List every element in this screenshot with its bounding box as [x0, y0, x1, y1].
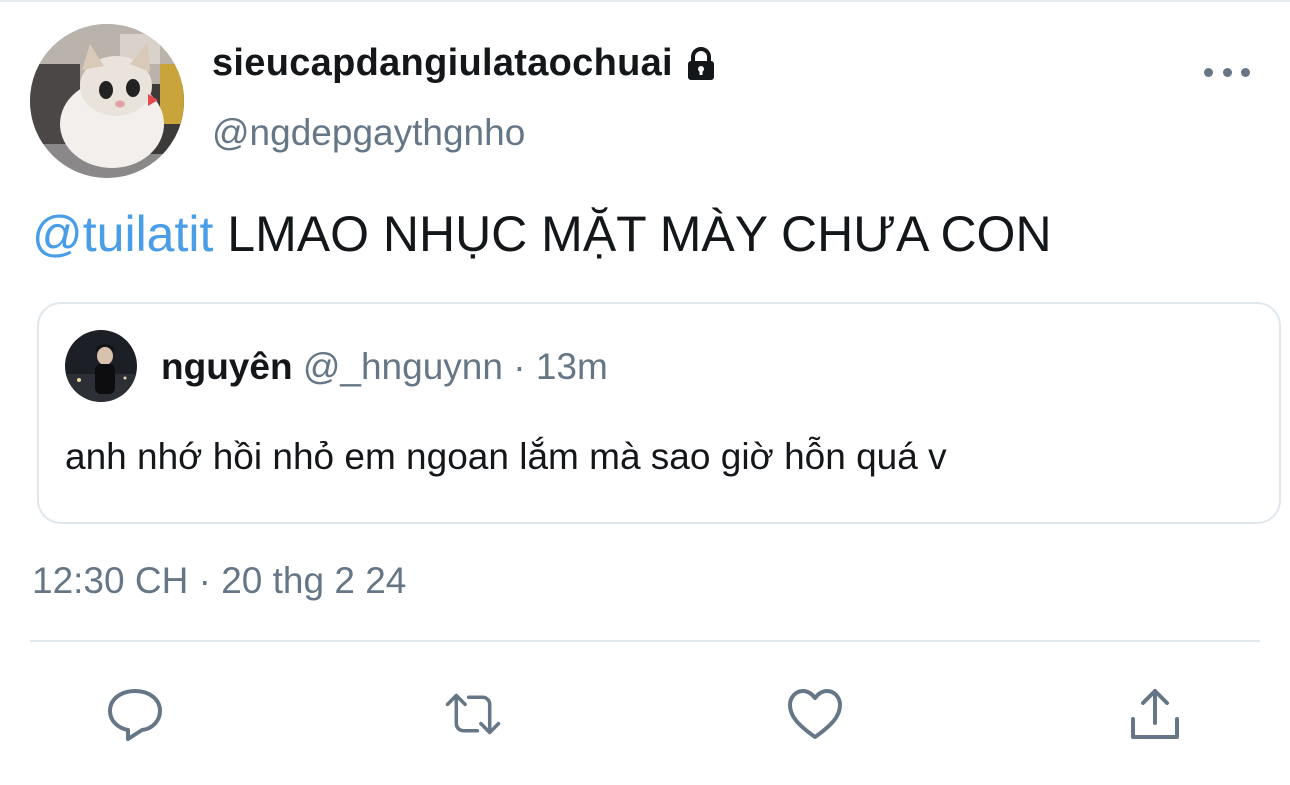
- tweet-detail-page: sieucapdangiulataochuai @ngdepgaythgnho …: [0, 0, 1290, 785]
- lock-icon: [683, 46, 719, 82]
- quoted-tweet-text: anh nhớ hồi nhỏ em ngoan lắm mà sao giờ …: [65, 436, 947, 477]
- heart-icon[interactable]: [786, 685, 844, 743]
- quoted-handle-time: @_hnguynn · 13m: [292, 346, 608, 387]
- more-options-icon[interactable]: [1204, 58, 1250, 86]
- more-dot: [1241, 67, 1250, 77]
- author-name-text[interactable]: sieucapdangiulataochuai: [212, 42, 673, 85]
- tweet-text: LMAO NHỤC MẶT MÀY CHƯA CON: [213, 206, 1052, 262]
- actions-divider: [30, 640, 1260, 642]
- tweet-timestamp[interactable]: 12:30 CH · 20 thg 2 24: [32, 560, 406, 602]
- quoted-author-avatar[interactable]: [65, 330, 137, 402]
- author-handle[interactable]: @ngdepgaythgnho: [212, 112, 525, 154]
- more-dot: [1204, 67, 1213, 77]
- tweet-body: @tuilatit LMAO NHỤC MẶT MÀY CHƯA CON: [32, 205, 1052, 263]
- quoted-tweet-header: nguyên @_hnguynn · 13m: [161, 346, 608, 388]
- quoted-author-name[interactable]: nguyên: [161, 346, 293, 387]
- share-icon[interactable]: [1126, 685, 1184, 743]
- author-avatar[interactable]: [30, 24, 184, 178]
- reply-icon[interactable]: [106, 685, 164, 743]
- mention-link[interactable]: @tuilatit: [32, 206, 213, 262]
- top-divider: [0, 0, 1290, 2]
- author-display-name[interactable]: sieucapdangiulataochuai: [212, 42, 719, 85]
- more-dot: [1222, 67, 1232, 77]
- retweet-icon[interactable]: [444, 685, 502, 743]
- quoted-tweet-card[interactable]: nguyên @_hnguynn · 13m anh nhớ hồi nhỏ e…: [37, 302, 1281, 524]
